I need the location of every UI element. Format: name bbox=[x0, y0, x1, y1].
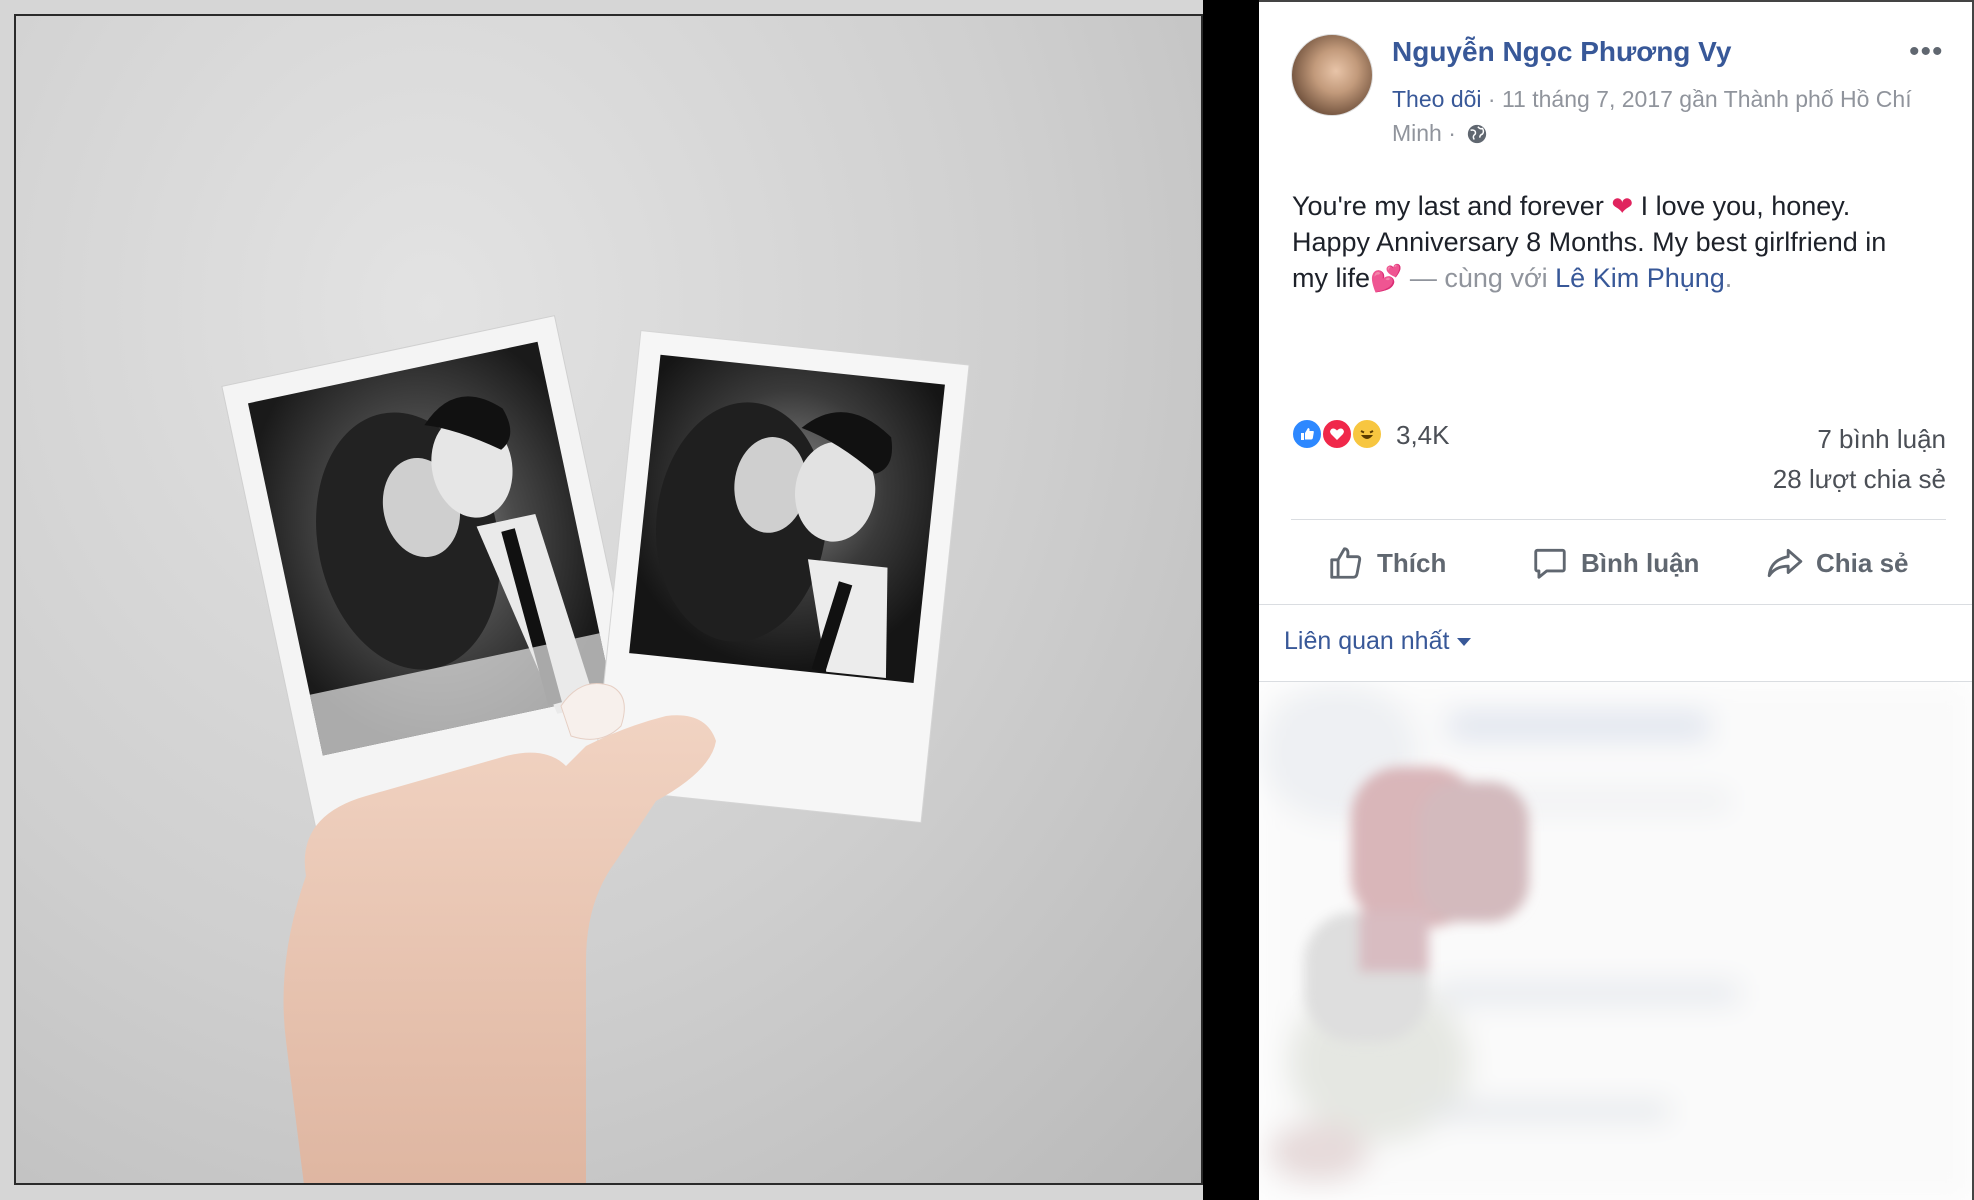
viewer-divider bbox=[1203, 0, 1259, 1200]
globe-icon bbox=[1468, 124, 1487, 144]
comment-label: Bình luận bbox=[1581, 547, 1700, 578]
post-message: You're my last and forever ❤ I love you,… bbox=[1292, 188, 1952, 296]
share-label: Chia sẻ bbox=[1816, 547, 1909, 578]
divider bbox=[1291, 519, 1946, 520]
post-text-line3: my life bbox=[1292, 263, 1371, 293]
tagged-suffix: . bbox=[1724, 263, 1733, 293]
photo-image bbox=[221, 315, 970, 1183]
with-text: — cùng với bbox=[1402, 263, 1556, 293]
blurred-comments-graphic bbox=[1259, 682, 1972, 1200]
love-icon bbox=[1321, 418, 1353, 450]
caret-down-icon bbox=[1457, 637, 1472, 646]
comment-count[interactable]: 7 bình luận bbox=[1817, 424, 1946, 455]
like-button[interactable]: Thích bbox=[1327, 538, 1446, 588]
blurred-comments bbox=[1259, 682, 1972, 1200]
more-options-icon[interactable]: ••• bbox=[1909, 37, 1949, 67]
heart-emoji-icon: ❤ bbox=[1611, 191, 1634, 221]
post-photo[interactable] bbox=[14, 14, 1203, 1185]
divider bbox=[1259, 604, 1972, 605]
reaction-count[interactable]: 3,4K bbox=[1396, 420, 1450, 451]
comment-button[interactable]: Bình luận bbox=[1531, 538, 1699, 588]
tagged-person-link[interactable]: Lê Kim Phụng bbox=[1555, 263, 1725, 293]
two-hearts-emoji-icon: 💕 bbox=[1370, 263, 1403, 293]
share-count[interactable]: 28 lượt chia sẻ bbox=[1773, 464, 1946, 495]
haha-icon bbox=[1351, 418, 1383, 450]
post-panel: Nguyễn Ngọc Phương Vy ••• Theo dõi · 11 … bbox=[1259, 0, 1974, 1200]
share-arrow-icon bbox=[1767, 548, 1803, 578]
sort-label: Liên quan nhất bbox=[1284, 627, 1450, 655]
post-text-line1b: I love you, honey. bbox=[1633, 191, 1851, 221]
photo-viewer bbox=[0, 0, 1203, 1200]
post-meta: Theo dõi · 11 tháng 7, 2017 gần Thành ph… bbox=[1392, 82, 1932, 150]
author-name[interactable]: Nguyễn Ngọc Phương Vy bbox=[1392, 36, 1731, 68]
thumbs-up-icon bbox=[1330, 547, 1362, 579]
post-text-line1: You're my last and forever bbox=[1292, 191, 1612, 221]
comment-bubble-icon bbox=[1534, 548, 1566, 579]
share-button[interactable]: Chia sẻ bbox=[1766, 538, 1909, 588]
like-label: Thích bbox=[1377, 547, 1447, 578]
like-icon bbox=[1291, 418, 1323, 450]
follow-link[interactable]: Theo dõi bbox=[1392, 86, 1482, 112]
avatar[interactable] bbox=[1291, 34, 1373, 116]
post-text-line2: Happy Anniversary 8 Months. My best girl… bbox=[1292, 227, 1887, 257]
comment-sort-dropdown[interactable]: Liên quan nhất bbox=[1284, 627, 1472, 656]
